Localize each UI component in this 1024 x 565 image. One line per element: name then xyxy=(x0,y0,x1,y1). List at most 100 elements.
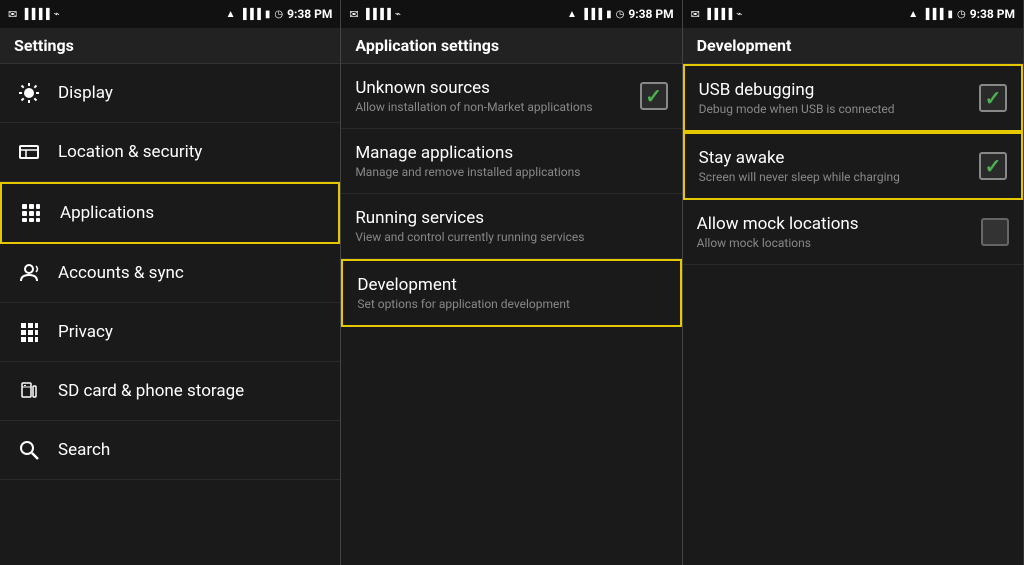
wifi-icon: ▲ xyxy=(567,9,577,20)
setting-item-title: Development xyxy=(357,275,655,295)
setting-item-development[interactable]: Development Set options for application d… xyxy=(341,259,681,327)
menu-item-title: Applications xyxy=(60,203,154,223)
status-time: 9:38 PM xyxy=(287,7,332,21)
status-icons-left: ✉ ▐▐▐▐ ⌁ xyxy=(691,8,743,21)
setting-item-manage-apps[interactable]: Manage applications Manage and remove ins… xyxy=(341,129,681,194)
setting-item-title: Stay awake xyxy=(699,148,969,168)
search-icon xyxy=(14,435,44,465)
mail-icon: ✉ xyxy=(691,8,700,21)
panel-settings: ✉ ▐▐▐▐ ⌁ ▲ ▐▐▐ ▮ ◷ 9:38 PM Settings Displa… xyxy=(0,0,341,565)
panel-header-application-settings: Application settings xyxy=(341,28,681,64)
storage-icon xyxy=(14,376,44,406)
menu-item-applications[interactable]: Applications xyxy=(0,182,340,244)
menu-list-application-settings: Unknown sources Allow installation of non… xyxy=(341,64,681,565)
setting-item-mock-locations[interactable]: Allow mock locations Allow mock locations xyxy=(683,200,1023,265)
menu-item-text: Location & security xyxy=(58,142,202,162)
panel-header-settings: Settings xyxy=(0,28,340,64)
setting-item-text: Stay awake Screen will never sleep while … xyxy=(699,148,969,184)
menu-item-text: Search xyxy=(58,440,110,460)
privacy-icon xyxy=(14,317,44,347)
mail-icon: ✉ xyxy=(8,8,17,21)
signal-bars-icon: ▐▐▐ xyxy=(581,9,602,20)
display-icon xyxy=(14,78,44,108)
setting-item-subtitle: View and control currently running servi… xyxy=(355,230,657,244)
clock-icon: ◷ xyxy=(957,9,966,20)
panel-header-development: Development xyxy=(683,28,1023,64)
menu-item-title: Search xyxy=(58,440,110,460)
checkbox-unknown-sources[interactable] xyxy=(640,82,668,110)
wifi-icon: ▲ xyxy=(908,9,918,20)
battery-icon: ▮ xyxy=(265,9,271,20)
panel-title: Application settings xyxy=(355,36,499,55)
menu-item-privacy[interactable]: Privacy xyxy=(0,303,340,362)
accounts-icon xyxy=(14,258,44,288)
setting-item-text: Development Set options for application d… xyxy=(357,275,655,311)
menu-item-text: Applications xyxy=(60,203,154,223)
setting-item-text: Allow mock locations Allow mock locations xyxy=(697,214,971,250)
menu-item-title: Location & security xyxy=(58,142,202,162)
setting-item-unknown-sources[interactable]: Unknown sources Allow installation of non… xyxy=(341,64,681,129)
menu-item-text: Display xyxy=(58,83,113,103)
usb-icon: ⌁ xyxy=(54,9,60,20)
signal-bars-icon: ▐▐▐ xyxy=(922,9,943,20)
status-bar: ✉ ▐▐▐▐ ⌁ ▲ ▐▐▐ ▮ ◷ 9:38 PM xyxy=(0,0,340,28)
setting-item-title: Allow mock locations xyxy=(697,214,971,234)
panel-development: ✉ ▐▐▐▐ ⌁ ▲ ▐▐▐ ▮ ◷ 9:38 PM Development USB… xyxy=(683,0,1024,565)
setting-item-title: Running services xyxy=(355,208,657,228)
setting-item-text: Running services View and control current… xyxy=(355,208,657,244)
setting-item-text: Manage applications Manage and remove ins… xyxy=(355,143,657,179)
menu-item-location[interactable]: Location & security xyxy=(0,123,340,182)
setting-item-subtitle: Allow installation of non-Market applica… xyxy=(355,100,629,114)
clock-icon: ◷ xyxy=(616,9,625,20)
battery-icon: ▮ xyxy=(947,9,953,20)
panel-title: Development xyxy=(697,36,792,55)
battery-icon: ▮ xyxy=(606,9,612,20)
location-icon xyxy=(14,137,44,167)
signal-icon: ▐▐▐▐ xyxy=(363,9,391,20)
apps-icon xyxy=(16,198,46,228)
setting-item-running-services[interactable]: Running services View and control current… xyxy=(341,194,681,259)
setting-item-subtitle: Screen will never sleep while charging xyxy=(699,170,969,184)
signal-icon: ▐▐▐▐ xyxy=(704,9,732,20)
setting-item-text: USB debugging Debug mode when USB is conn… xyxy=(699,80,969,116)
usb-icon: ⌁ xyxy=(395,9,401,20)
menu-item-display[interactable]: Display xyxy=(0,64,340,123)
menu-list-development: USB debugging Debug mode when USB is conn… xyxy=(683,64,1023,565)
status-bar: ✉ ▐▐▐▐ ⌁ ▲ ▐▐▐ ▮ ◷ 9:38 PM xyxy=(341,0,681,28)
status-time: 9:38 PM xyxy=(970,7,1015,21)
signal-bars-icon: ▐▐▐ xyxy=(240,9,261,20)
setting-item-subtitle: Debug mode when USB is connected xyxy=(699,102,969,116)
menu-item-title: Display xyxy=(58,83,113,103)
setting-item-subtitle: Allow mock locations xyxy=(697,236,971,250)
checkbox-usb-debugging[interactable] xyxy=(979,84,1007,112)
menu-list-settings: Display Location & security Applications Ac… xyxy=(0,64,340,565)
setting-item-title: Manage applications xyxy=(355,143,657,163)
status-icons-left: ✉ ▐▐▐▐ ⌁ xyxy=(8,8,60,21)
menu-item-search[interactable]: Search xyxy=(0,421,340,480)
clock-icon: ◷ xyxy=(274,9,283,20)
setting-item-text: Unknown sources Allow installation of non… xyxy=(355,78,629,114)
signal-icon: ▐▐▐▐ xyxy=(21,9,49,20)
status-icons-right: ▲ ▐▐▐ ▮ ◷ 9:38 PM xyxy=(567,7,674,21)
setting-item-usb-debugging[interactable]: USB debugging Debug mode when USB is conn… xyxy=(683,64,1023,132)
menu-item-text: SD card & phone storage xyxy=(58,381,244,401)
checkbox-stay-awake[interactable] xyxy=(979,152,1007,180)
mail-icon: ✉ xyxy=(349,8,358,21)
setting-item-subtitle: Manage and remove installed applications xyxy=(355,165,657,179)
wifi-icon: ▲ xyxy=(226,9,236,20)
status-icons-right: ▲ ▐▐▐ ▮ ◷ 9:38 PM xyxy=(226,7,333,21)
menu-item-title: SD card & phone storage xyxy=(58,381,244,401)
menu-item-storage[interactable]: SD card & phone storage xyxy=(0,362,340,421)
checkbox-mock-locations[interactable] xyxy=(981,218,1009,246)
setting-item-stay-awake[interactable]: Stay awake Screen will never sleep while … xyxy=(683,132,1023,200)
status-icons-right: ▲ ▐▐▐ ▮ ◷ 9:38 PM xyxy=(908,7,1015,21)
setting-item-title: Unknown sources xyxy=(355,78,629,98)
menu-item-accounts[interactable]: Accounts & sync xyxy=(0,244,340,303)
status-time: 9:38 PM xyxy=(628,7,673,21)
menu-item-title: Privacy xyxy=(58,322,113,342)
menu-item-text: Accounts & sync xyxy=(58,263,184,283)
setting-item-title: USB debugging xyxy=(699,80,969,100)
setting-item-subtitle: Set options for application development xyxy=(357,297,655,311)
status-bar: ✉ ▐▐▐▐ ⌁ ▲ ▐▐▐ ▮ ◷ 9:38 PM xyxy=(683,0,1023,28)
panel-title: Settings xyxy=(14,36,74,55)
